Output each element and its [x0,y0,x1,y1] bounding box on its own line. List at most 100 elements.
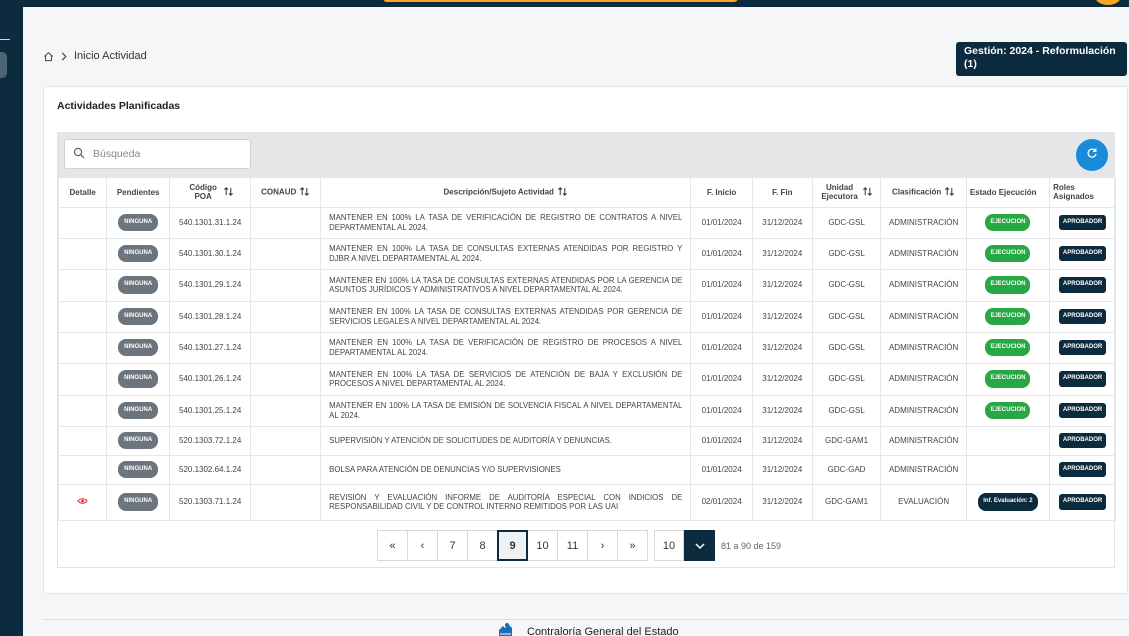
table-row[interactable]: NINGUNA 540.1301.29.1.24 MANTENER EN 100% … [57,268,1116,302]
cell-pendientes: NINGUNA [106,483,171,521]
footer: Contraloría General del Estado [496,622,679,636]
page-first-button[interactable]: « [377,530,408,561]
cell-detalle [57,206,108,239]
table-row[interactable]: NINGUNA 540.1301.26.1.24 MANTENER EN 100% … [57,362,1116,396]
sort-icon[interactable] [223,186,234,199]
role-badge[interactable]: APROBADOR [1058,277,1107,293]
cell-descripcion: BOLSA PARA ATENCIÓN DE DENUNCIAS Y/O SUP… [320,454,692,485]
cell-pendientes: NINGUNA [106,237,171,270]
cell-detalle [57,483,108,521]
pending-badge: NINGUNA [118,244,159,263]
cell-roles: APROBADOR [1049,268,1116,302]
header-codigo-label: Código POA [189,183,217,202]
pending-badge: NINGUNA [118,460,159,479]
per-page-select[interactable]: 10 [654,530,715,561]
role-badge[interactable]: APROBADOR [1058,371,1107,387]
page-last-button[interactable]: » [617,530,648,561]
role-badge[interactable]: APROBADOR [1058,214,1107,231]
search-input[interactable]: Búsqueda [93,148,140,160]
cell-unidad: GDC-GSL [811,362,882,396]
cell-estado: EJECUCION [965,206,1051,239]
cell-estado: EJECUCION [965,300,1051,333]
header-conaud[interactable]: CONAUD [250,178,322,208]
sort-icon[interactable] [862,186,873,199]
cell-pendientes: NINGUNA [106,268,171,302]
role-badge[interactable]: APROBADOR [1058,308,1107,325]
pending-badge: NINGUNA [118,370,159,388]
page-next-button[interactable]: › [587,530,618,561]
table-row[interactable]: NINGUNA 540.1301.31.1.24 MANTENER EN 100% … [57,206,1116,239]
home-icon[interactable] [43,51,54,62]
sidebar-active-item[interactable] [0,52,7,78]
table-row[interactable]: NINGUNA 520.1302.64.1.24 BOLSA PARA ATENCI… [57,454,1116,485]
cell-inicio: 01/01/2024 [690,206,753,239]
table-toolbar: Búsqueda [58,133,1114,178]
cell-descripcion: MANTENER EN 100% LA TASA DE VERIFICACIÓN… [320,331,692,364]
refresh-icon [1086,146,1098,164]
cell-fin: 31/12/2024 [751,362,813,396]
table-row[interactable]: NINGUNA 520.1303.71.1.24 REVISIÓN Y EVALUA… [57,483,1116,521]
footer-divider [43,619,1129,620]
breadcrumb-current: Inicio Actividad [74,50,147,62]
page-8-button[interactable]: 8 [467,530,498,561]
cell-conaud [250,394,322,427]
header-codigo[interactable]: Código POA [169,178,252,208]
cell-inicio: 01/01/2024 [690,362,753,396]
cell-inicio: 01/01/2024 [690,394,753,427]
cell-pendientes: NINGUNA [106,425,171,456]
pending-badge: NINGUNA [118,213,159,232]
cell-pendientes: NINGUNA [106,331,171,364]
table-row[interactable]: NINGUNA 540.1301.30.1.24 MANTENER EN 100% … [57,237,1116,270]
role-badge[interactable]: APROBADOR [1058,432,1107,449]
pagination-info: 81 a 90 de 159 [721,540,782,551]
cell-roles: APROBADOR [1049,237,1116,270]
avatar[interactable] [1095,0,1121,5]
cell-detalle [57,300,108,333]
cell-fin: 31/12/2024 [751,206,813,239]
cell-conaud [250,362,322,396]
status-badge: EJECUCION [985,244,1031,263]
gestion-badge[interactable]: Gestión: 2024 - Reformulación (1) [956,42,1127,76]
sort-icon[interactable] [557,186,568,199]
page-prev-button[interactable]: ‹ [407,530,438,561]
sort-icon[interactable] [944,186,955,199]
cell-pendientes: NINGUNA [106,300,171,333]
per-page-dropdown-button[interactable] [684,530,715,561]
table-row[interactable]: NINGUNA 540.1301.25.1.24 MANTENER EN 100% … [57,394,1116,427]
table-row[interactable]: NINGUNA 540.1301.27.1.24 MANTENER EN 100% … [57,331,1116,364]
refresh-button[interactable] [1076,139,1108,171]
chevron-right-icon [60,51,68,61]
page-11-button[interactable]: 11 [557,530,588,561]
header-fin: F. Fin [751,178,813,208]
cell-clasificacion: ADMINISTRACIÓN [880,331,967,364]
per-page-value[interactable]: 10 [654,530,684,561]
cell-unidad: GDC-GAM1 [811,425,882,456]
cell-pendientes: NINGUNA [106,394,171,427]
header-unidad[interactable]: Unidad Ejecutora [811,178,882,208]
header-clasificacion[interactable]: Clasificación [880,178,967,208]
page-9-button[interactable]: 9 [497,530,528,561]
page-7-button[interactable]: 7 [437,530,468,561]
cell-unidad: GDC-GAD [811,454,882,485]
eye-icon[interactable] [77,498,88,507]
page-10-button[interactable]: 10 [527,530,558,561]
role-badge[interactable]: APROBADOR [1058,461,1107,478]
cell-unidad: GDC-GSL [811,300,882,333]
cell-inicio: 01/01/2024 [690,268,753,302]
role-badge[interactable]: APROBADOR [1058,402,1107,419]
cell-conaud [250,483,322,521]
sort-icon[interactable] [299,186,310,199]
role-badge[interactable]: APROBADOR [1058,339,1107,356]
cell-codigo: 540.1301.30.1.24 [169,237,252,270]
cell-codigo: 540.1301.29.1.24 [169,268,252,302]
header-descripcion[interactable]: Descripción/Sujeto Actividad [320,178,692,208]
cell-conaud [250,206,322,239]
search-box[interactable]: Búsqueda [64,139,251,169]
evaluation-badge[interactable]: Inf. Evaluación: 2 [978,493,1038,511]
cell-estado: EJECUCION [965,237,1051,270]
table-row[interactable]: NINGUNA 520.1303.72.1.24 SUPERVISIÓN Y ATE… [57,425,1116,456]
table-row[interactable]: NINGUNA 540.1301.28.1.24 MANTENER EN 100% … [57,300,1116,333]
role-badge[interactable]: APROBADOR [1058,494,1107,510]
cell-codigo: 540.1301.27.1.24 [169,331,252,364]
role-badge[interactable]: APROBADOR [1058,245,1107,262]
